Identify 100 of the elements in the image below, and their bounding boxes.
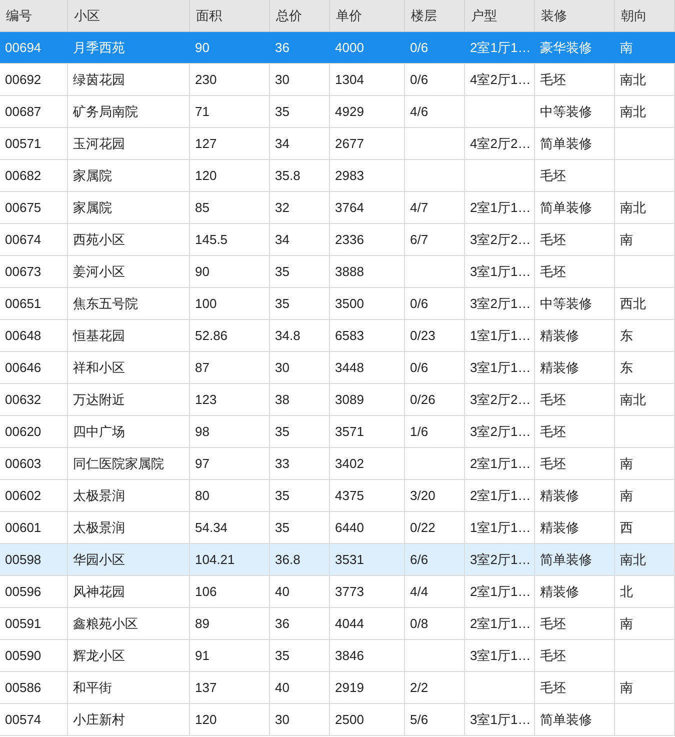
table-cell-text: 00598: [5, 550, 42, 569]
table-cell-text: 00673: [5, 262, 42, 281]
table-cell-text: 鑫粮苑小区: [73, 614, 138, 633]
table-cell-text: 00651: [5, 294, 42, 313]
table-cell-text: 3室2厅2…: [470, 230, 531, 249]
table-cell-text: 西北: [620, 294, 646, 313]
table-cell-text: 精装修: [540, 326, 579, 345]
table-cell-text: 3室1厅1…: [470, 358, 531, 377]
table-row[interactable]: 00632 万达附近 123 38 3089 0/26 3室2厅2… 毛坯 南北: [0, 384, 675, 416]
table-cell-text: 1室1厅1…: [470, 518, 531, 537]
table-row[interactable]: 00646 祥和小区 87 30 3448 0/6 3室1厅1… 精装修 东: [0, 352, 675, 384]
table-cell-text: 4929: [335, 102, 364, 121]
table-cell-text: 太极景润: [73, 486, 125, 505]
table-row[interactable]: 00675 家属院 85 32 3764 4/7 2室1厅1… 简单装修 南北: [0, 192, 675, 224]
column-header[interactable]: 装修: [535, 0, 615, 31]
table-row[interactable]: 00601 太极景润 54.34 35 6440 0/22 1室1厅1… 精装修 西: [0, 512, 675, 544]
table-cell-text: 00682: [5, 166, 42, 185]
table-cell-text: 3室2厅1…: [470, 294, 531, 313]
table-cell-text: 0/22: [410, 518, 436, 537]
column-header[interactable]: 总价: [270, 0, 330, 31]
column-header[interactable]: 单价: [330, 0, 405, 31]
table-cell-text: 34: [275, 230, 290, 249]
table-row[interactable]: 00586 和平街 137 40 2919 2/2 毛坯 南: [0, 672, 675, 704]
table-cell-text: 3531: [335, 550, 364, 569]
table-row[interactable]: 00596 风神花园 106 40 3773 4/4 2室1厅1… 精装修 北: [0, 576, 675, 608]
table-cell-text: 简单装修: [540, 198, 592, 217]
table-cell-text: 毛坯: [540, 422, 566, 441]
table-cell-text: 4室2厅1…: [470, 70, 531, 89]
table-row[interactable]: 00687 矿务局南院 71 35 4929 4/6 中等装修 南北: [0, 96, 675, 128]
table-cell-text: 0/6: [410, 38, 428, 57]
table-row[interactable]: 00620 四中广场 98 35 3571 1/6 3室2厅1… 毛坯: [0, 416, 675, 448]
table-row[interactable]: 00674 西苑小区 145.5 34 2336 6/7 3室2厅2… 毛坯 南: [0, 224, 675, 256]
table-row[interactable]: 00598 华园小区 104.21 36.8 3531 6/6 3室2厅1… 简单装修 南北: [0, 544, 675, 576]
table-cell-text: 230: [195, 70, 217, 89]
table-cell-text: 34.8: [275, 326, 300, 345]
table-cell-text: 2919: [335, 678, 364, 697]
column-header[interactable]: 楼层: [405, 0, 465, 31]
table-row[interactable]: 00648 恒基花园 52.86 34.8 6583 0/23 1室1厅1… 精装修 东: [0, 320, 675, 352]
table-cell-text: 00687: [5, 102, 42, 121]
table-row[interactable]: 00591 鑫粮苑小区 89 36 4044 0/8 2室1厅1… 毛坯 南: [0, 608, 675, 640]
table-cell-text: 姜河小区: [73, 262, 125, 281]
table-row[interactable]: 00574 小庄新村 120 30 2500 5/6 3室1厅1… 简单装修: [0, 704, 675, 736]
table-row[interactable]: 00603 同仁医院家属院 97 33 3402 2室1厅1… 毛坯 南: [0, 448, 675, 480]
column-header[interactable]: 小区: [68, 0, 190, 31]
table-row[interactable]: 00590 辉龙小区 91 35 3846 3室1厅1… 毛坯: [0, 640, 675, 672]
table-row[interactable]: 00602 太极景润 80 35 4375 3/20 2室1厅1… 精装修 南: [0, 480, 675, 512]
table-cell-text: 太极景润: [73, 518, 125, 537]
table-cell-text: 3402: [335, 454, 364, 473]
column-header[interactable]: 朝向: [615, 0, 675, 31]
table-cell-text: 南北: [620, 198, 646, 217]
table-row[interactable]: 00571 玉河花园 127 34 2677 4室2厅2… 简单装修: [0, 128, 675, 160]
table-cell-text: 30: [275, 710, 290, 729]
table-cell-text: 90: [195, 38, 210, 57]
table-cell-text: 西苑小区: [73, 230, 125, 249]
table-row[interactable]: 00692 绿茵花园 230 30 1304 0/6 4室2厅1… 毛坯 南北: [0, 64, 675, 96]
table-cell-text: 3室2厅1…: [470, 422, 531, 441]
table-cell-text: 玉河花园: [73, 134, 125, 153]
table-cell-text: 精装修: [540, 582, 579, 601]
table-cell-text: 32: [275, 198, 290, 217]
column-header[interactable]: 编号: [0, 0, 68, 31]
table-cell-text: 0/26: [410, 390, 436, 409]
table-cell-text: 3571: [335, 422, 364, 441]
table-cell-text: 1室1厅1…: [470, 326, 531, 345]
table-row[interactable]: 00651 焦东五号院 100 35 3500 0/6 3室2厅1… 中等装修 西北: [0, 288, 675, 320]
table-cell-text: 2室1厅1…: [470, 38, 531, 57]
table-cell-text: 3室2厅2…: [470, 390, 531, 409]
table-row[interactable]: 00694 月季西苑 90 36 4000 0/6 2室1厅1… 豪华装修 南: [0, 32, 675, 64]
table-cell-text: 00601: [5, 518, 42, 537]
table-cell-text: 90: [195, 262, 210, 281]
table-cell-text: 106: [195, 582, 217, 601]
table-cell-text: 1304: [335, 70, 364, 89]
table-cell-text: 风神花园: [73, 582, 125, 601]
table-cell-text: 30: [275, 70, 290, 89]
table-cell-text: 精装修: [540, 518, 579, 537]
table-row[interactable]: 00682 家属院 120 35.8 2983 毛坯: [0, 160, 675, 192]
table-cell-text: 2室1厅1…: [470, 614, 531, 633]
table-cell-text: 0/23: [410, 326, 436, 345]
table-cell-text: 3089: [335, 390, 364, 409]
table-cell-text: 家属院: [73, 198, 112, 217]
table-cell-text: 0/6: [410, 70, 428, 89]
table-row[interactable]: 00673 姜河小区 90 35 3888 3室1厅1… 毛坯: [0, 256, 675, 288]
table-cell-text: 2室1厅1…: [470, 454, 531, 473]
table-cell-text: 南北: [620, 102, 646, 121]
table-cell-text: 南: [620, 38, 633, 57]
table-cell-text: 6583: [335, 326, 364, 345]
table-cell-text: 00646: [5, 358, 42, 377]
table-cell-text: 00620: [5, 422, 42, 441]
table-cell-text: 00602: [5, 486, 42, 505]
column-header[interactable]: 户型: [465, 0, 535, 31]
table-cell-text: 焦东五号院: [73, 294, 138, 313]
table-cell-text: 3846: [335, 646, 364, 665]
table-cell-text: 3888: [335, 262, 364, 281]
column-header[interactable]: 面积: [190, 0, 270, 31]
table-cell-text: 4/6: [410, 102, 428, 121]
table-cell-text: 毛坯: [540, 70, 566, 89]
table-cell-text: 33: [275, 454, 290, 473]
table-cell-text: 35: [275, 646, 290, 665]
table-cell-text: 南: [620, 486, 633, 505]
table-cell-text: 85: [195, 198, 210, 217]
table-cell-text: 4室2厅2…: [470, 134, 531, 153]
